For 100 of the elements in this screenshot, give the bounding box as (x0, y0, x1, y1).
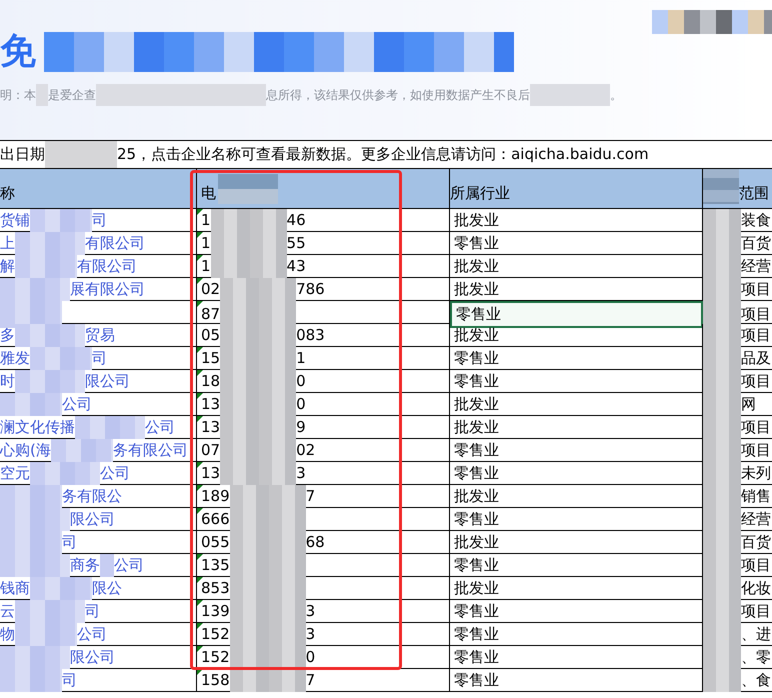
table-cell-text: 02 (296, 440, 316, 461)
company-link[interactable]: 云 (0, 600, 15, 622)
table-cell-text: 1 (201, 210, 211, 231)
table-cell-text: 189 (201, 486, 230, 507)
redaction-mosaic (15, 232, 85, 254)
table-cell-text: 品及 (741, 348, 771, 369)
redaction-mosaic (45, 141, 117, 168)
disclaimer-text: 。 (610, 87, 622, 104)
company-link[interactable]: 公司 (62, 393, 92, 416)
table-cell-text: 139 (201, 601, 230, 622)
redaction-mosaic (75, 416, 145, 438)
info-text: 25，点击企业名称可查看最新数据。更多企业信息请访问：aiqicha.baidu.com (117, 144, 649, 166)
table-cell-text: 项目 (741, 417, 771, 438)
table-cell[interactable]: 零售业 (450, 301, 703, 328)
column-header: 所属行业 (450, 182, 510, 204)
company-link[interactable]: 雅发 (0, 347, 30, 370)
redaction-mosaic (100, 554, 114, 576)
table-cell-text: 68 (306, 532, 325, 553)
table-cell-text: 05 (201, 325, 220, 346)
company-link[interactable]: 时 (0, 370, 15, 392)
table-cell-text: 0 (296, 394, 306, 415)
company-link[interactable]: 商务 (70, 554, 100, 576)
company-link[interactable]: 有限公司 (77, 255, 137, 278)
redaction-mosaic (0, 669, 62, 692)
table-cell-text: 87 (201, 304, 220, 325)
company-link[interactable]: 货铺 (0, 209, 30, 232)
redaction-mosaic (0, 646, 70, 668)
table-cell-text: 项目 (741, 371, 771, 392)
company-link[interactable]: 物 (0, 623, 15, 646)
table-cell-text: 07 (201, 440, 220, 461)
table-cell-text: 152 (201, 647, 230, 668)
redaction-mosaic (218, 174, 278, 204)
company-link[interactable]: 司 (92, 209, 107, 232)
company-link[interactable]: 限公 (92, 577, 122, 600)
table-cell-text: 、食 (741, 670, 771, 691)
table-cell-text: 18 (201, 371, 220, 392)
table-cell-text: 055 (201, 532, 230, 553)
table-cell-text: 项目 (741, 601, 771, 622)
table-cell-text: 未列 (741, 463, 771, 484)
table-cell-text: 666 (201, 509, 230, 530)
company-link[interactable]: 有限公司 (85, 232, 145, 254)
company-link[interactable]: 务有限公司 (112, 439, 188, 462)
table-cell-text: 083 (296, 325, 325, 346)
table-cell-text: 853 (201, 578, 230, 599)
redaction-mosaic (15, 623, 77, 646)
company-link[interactable]: 司 (62, 669, 77, 692)
table-cell-text: 0 (296, 371, 306, 392)
table-cell-text: 项目 (741, 279, 771, 300)
table-cell-text: 43 (286, 256, 306, 277)
company-link[interactable]: 多 (0, 324, 15, 346)
table-cell-text: 02 (201, 279, 220, 300)
company-link[interactable]: 务有限公 (62, 485, 122, 508)
company-link[interactable]: 心购(海 (0, 439, 51, 462)
company-link[interactable]: 公司 (114, 554, 144, 576)
table-cell-text: 158 (201, 670, 230, 691)
table-cell-text: 经营 (741, 509, 771, 530)
company-link[interactable]: 钱商 (0, 577, 30, 600)
company-link[interactable]: 司 (85, 600, 100, 622)
redaction-mosaic (30, 347, 92, 370)
company-link[interactable]: 公司 (100, 462, 130, 484)
table-cell-text: 135 (201, 555, 230, 576)
company-link[interactable]: 上 (0, 232, 15, 254)
table-cell-text: 销售 (741, 486, 771, 507)
table-cell-text: 项目 (741, 555, 771, 576)
table-cell-text: 3 (306, 624, 316, 645)
company-link[interactable]: 空元 (0, 462, 30, 484)
table-cell-text: 、零 (741, 647, 771, 668)
redaction-mosaic (0, 393, 62, 416)
company-link[interactable]: 公司 (77, 623, 107, 646)
table-cell-text: 0 (306, 647, 316, 668)
redaction-mosaic (50, 439, 113, 462)
company-link[interactable]: 司 (92, 347, 107, 370)
company-link[interactable]: 贸易 (85, 324, 115, 346)
company-link[interactable]: 公司 (145, 416, 175, 438)
column-header: 电 (201, 182, 216, 204)
company-link[interactable]: 展有限公司 (70, 278, 145, 300)
company-link[interactable]: 澜文化传播 (0, 416, 75, 438)
table-cell-text: 网 (741, 394, 756, 415)
table-cell-text: 13 (201, 463, 220, 484)
redaction-mosaic (0, 278, 70, 300)
table-cell-text: 15 (201, 348, 220, 369)
table-cell-text: 项目 (741, 325, 771, 346)
column-header: 范围 (739, 182, 769, 204)
table-cell-text: 13 (201, 394, 220, 415)
table-cell-text: 7 (306, 486, 316, 507)
redaction-mosaic (703, 669, 741, 692)
company-link[interactable]: 司 (62, 531, 77, 554)
disclaimer-text: 明：本 (0, 87, 36, 104)
table-cell-text: 装食 (741, 210, 771, 231)
company-link[interactable]: 限公司 (70, 646, 115, 668)
table-cell-text: 9 (296, 417, 306, 438)
table-cell-text: 化妆 (741, 578, 771, 599)
redaction-mosaic (703, 169, 739, 204)
company-link[interactable]: 限公司 (85, 370, 130, 392)
table-cell-text: 1 (296, 348, 306, 369)
table-cell-text: 152 (201, 624, 230, 645)
redaction-mosaic (15, 324, 85, 346)
table-cell-text: 、进 (741, 624, 771, 645)
company-link[interactable]: 解 (0, 255, 15, 278)
company-link[interactable]: 限公司 (70, 508, 115, 530)
